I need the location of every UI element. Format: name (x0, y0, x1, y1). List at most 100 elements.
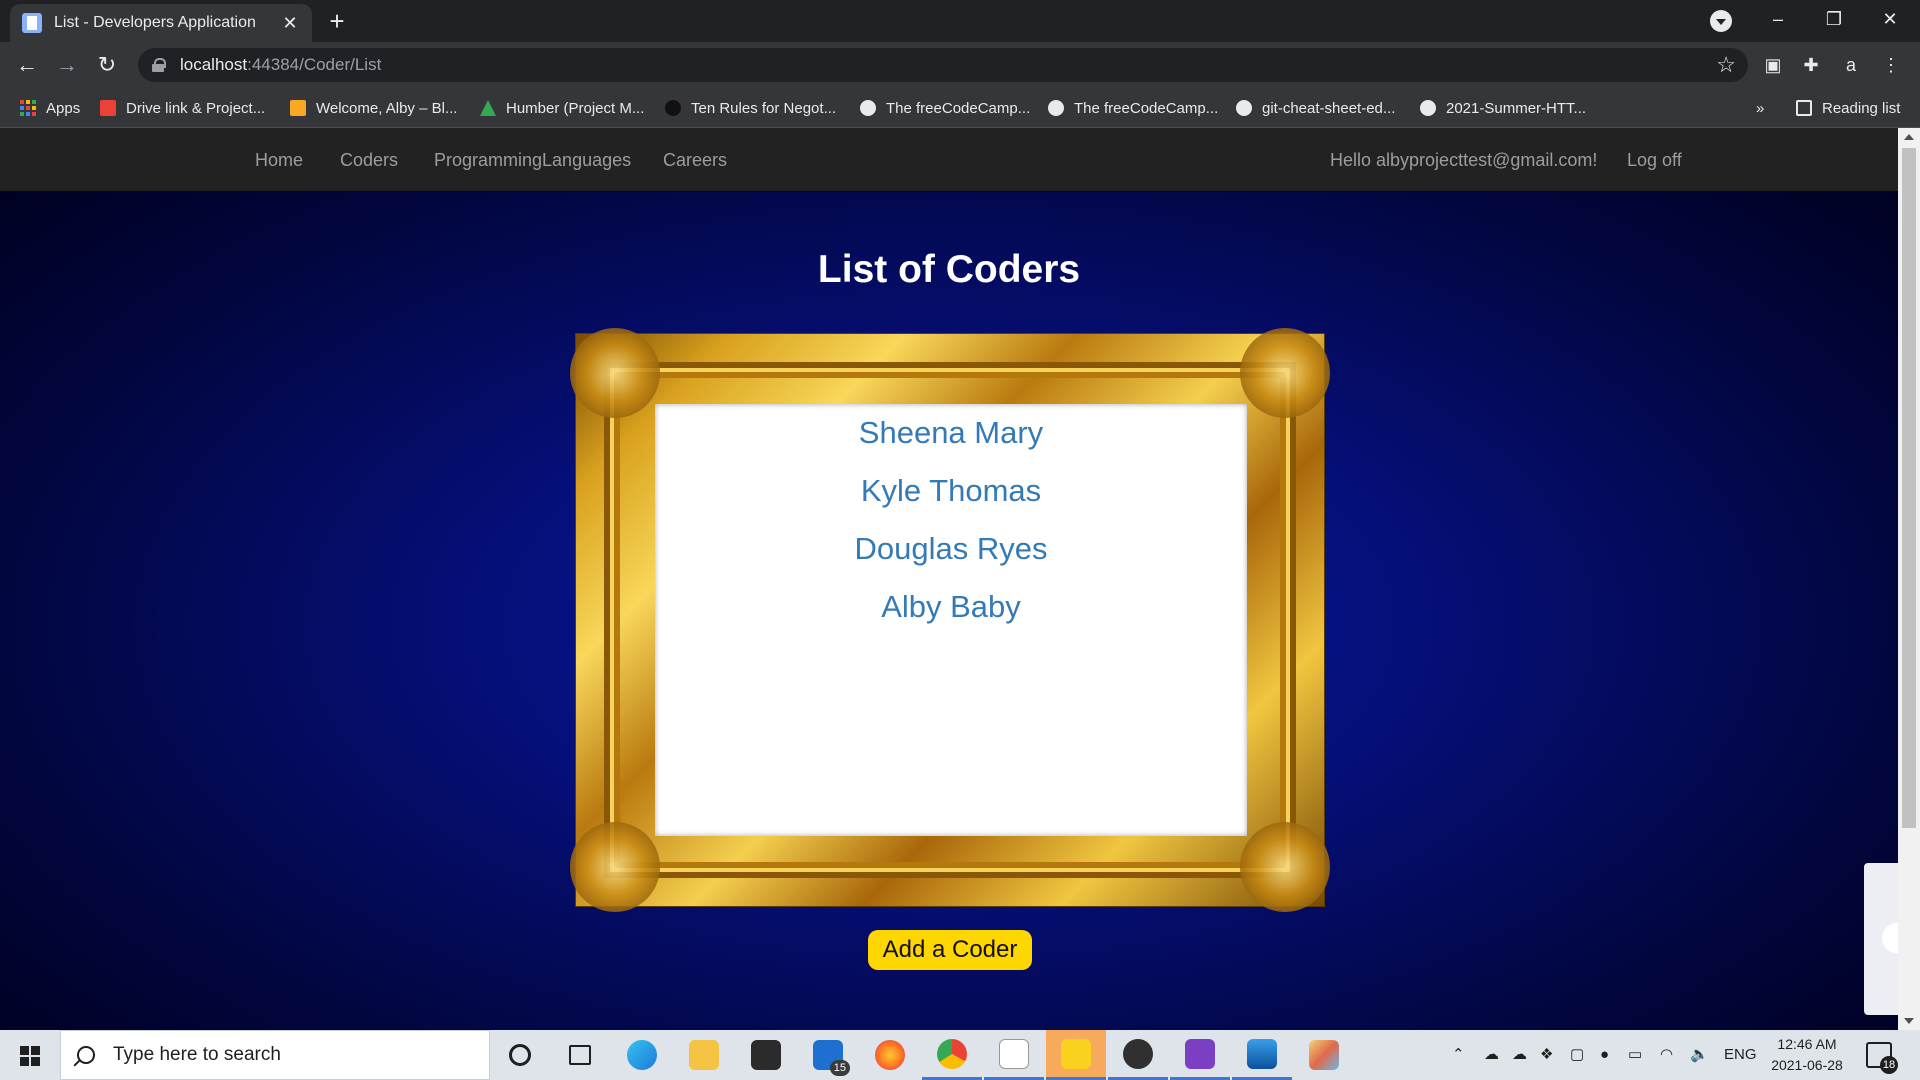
freecodecamp-icon (860, 100, 876, 116)
github-icon (1236, 100, 1252, 116)
site-navbar: Home Coders ProgrammingLanguages Careers… (0, 128, 1898, 192)
coder-link[interactable]: Alby Baby (655, 578, 1247, 636)
taskbar-clock[interactable]: 12:46 AM 2021-06-28 (1762, 1034, 1852, 1076)
coder-list-panel: Sheena Mary Kyle Thomas Douglas Ryes Alb… (655, 404, 1247, 836)
file-explorer-icon[interactable] (674, 1030, 734, 1080)
new-tab-button[interactable]: + (322, 8, 352, 36)
task-view-icon[interactable] (550, 1030, 610, 1080)
profile-avatar[interactable]: a (1838, 52, 1864, 78)
frame-ornament (1240, 822, 1330, 912)
weather-icon[interactable]: ☁ (1484, 1030, 1499, 1080)
user-greeting-link[interactable]: Hello albyprojecttest@gmail.com! (1330, 128, 1597, 192)
frame-ornament (570, 328, 660, 418)
battery-icon[interactable]: ▭ (1628, 1030, 1642, 1080)
obs-icon[interactable] (1108, 1030, 1168, 1080)
page-favicon-icon (22, 13, 42, 33)
menu-kebab-icon[interactable]: ⋮ (1878, 52, 1904, 78)
volume-icon[interactable]: 🔈 (1690, 1030, 1709, 1080)
minimize-icon[interactable]: – (1750, 0, 1806, 38)
reading-list-button[interactable]: Reading list (1796, 88, 1900, 128)
extensions-puzzle-icon[interactable]: ✚ (1798, 52, 1824, 78)
notification-count: 18 (1880, 1056, 1898, 1074)
bookmark-label: Apps (46, 99, 81, 117)
coder-link[interactable]: Sheena Mary (655, 404, 1247, 462)
cortana-icon[interactable] (490, 1030, 550, 1080)
freecodecamp-icon (1048, 100, 1064, 116)
nav-link-programming-languages[interactable]: ProgrammingLanguages (434, 128, 631, 192)
frame-ornament (570, 822, 660, 912)
logoff-link[interactable]: Log off (1627, 128, 1682, 192)
lock-icon[interactable] (152, 58, 166, 72)
add-coder-button[interactable]: Add a Coder (868, 930, 1032, 970)
sticky-notes-icon[interactable] (1046, 1030, 1106, 1080)
bookmark-item[interactable]: The freeCodeCamp... (860, 88, 1030, 128)
meet-icon[interactable]: ▢ (1570, 1030, 1584, 1080)
bookmark-item[interactable]: Welcome, Alby – Bl... (290, 88, 457, 128)
wifi-icon[interactable]: ◠ (1660, 1030, 1673, 1080)
bookmark-label: The freeCodeCamp... (886, 99, 1031, 117)
scrollbar-thumb[interactable] (1902, 148, 1916, 828)
clock-time: 12:46 AM (1777, 1036, 1837, 1052)
forward-icon[interactable]: → (52, 50, 82, 80)
bookmark-label: Humber (Project M... (506, 99, 645, 117)
bookmark-item[interactable]: 2021-Summer-HTT... (1420, 88, 1586, 128)
browser-tab[interactable]: List - Developers Application ✕ (10, 4, 312, 42)
google-drive-icon (480, 100, 496, 116)
scroll-down-icon[interactable] (1904, 1018, 1914, 1024)
a-icon (665, 100, 681, 116)
bookmark-item[interactable]: The freeCodeCamp... (1048, 88, 1218, 128)
side-widget-tab[interactable] (1864, 863, 1912, 1015)
bookmarks-overflow-icon[interactable]: » (1756, 88, 1764, 128)
nav-link-coders[interactable]: Coders (340, 128, 398, 192)
store-icon[interactable] (736, 1030, 796, 1080)
mail-badge: 15 (829, 1060, 850, 1076)
dropbox-icon[interactable]: ❖ (1540, 1030, 1553, 1080)
amazon-icon[interactable] (984, 1030, 1044, 1080)
tab-title: List - Developers Application (54, 14, 256, 31)
language-indicator[interactable]: ENG (1724, 1030, 1757, 1080)
page-content: Home Coders ProgrammingLanguages Careers… (0, 128, 1898, 1030)
restore-icon[interactable]: ❐ (1806, 0, 1862, 38)
onedrive-icon[interactable]: ☁ (1512, 1030, 1527, 1080)
notification-center-icon[interactable]: 18 (1866, 1042, 1898, 1074)
github-icon (1420, 100, 1436, 116)
mail-icon[interactable]: 15 (798, 1030, 858, 1080)
taskbar-search-box[interactable]: Type here to search (60, 1030, 490, 1080)
nav-link-home[interactable]: Home (255, 128, 303, 192)
coder-link[interactable]: Douglas Ryes (655, 520, 1247, 578)
bookmark-star-icon[interactable]: ☆ (1716, 52, 1736, 78)
edge-icon[interactable] (612, 1030, 672, 1080)
address-bar[interactable]: localhost:44384/Coder/List ☆ (138, 48, 1748, 82)
extension-icon[interactable]: ▣ (1760, 52, 1786, 78)
scroll-up-icon[interactable] (1904, 134, 1914, 140)
start-button[interactable] (0, 1030, 60, 1080)
tab-search-icon[interactable] (1710, 10, 1732, 32)
browser-tab-strip: List - Developers Application ✕ + – ❐ ✕ (0, 0, 1920, 42)
bookmark-item[interactable]: git-cheat-sheet-ed... (1236, 88, 1395, 128)
url-host: localhost (180, 55, 248, 74)
bookmark-label: Welcome, Alby – Bl... (316, 99, 458, 117)
bookmark-item[interactable]: Ten Rules for Negot... (665, 88, 836, 128)
back-icon[interactable]: ← (12, 50, 42, 80)
visual-studio-icon[interactable] (1170, 1030, 1230, 1080)
page-scrollbar[interactable] (1898, 128, 1920, 1030)
bookmark-label: 2021-Summer-HTT... (1446, 99, 1587, 117)
pencil-icon (290, 100, 306, 116)
bookmark-label: Drive link & Project... (126, 99, 266, 117)
chrome-icon[interactable] (922, 1030, 982, 1080)
show-hidden-icons[interactable]: ⌃ (1452, 1030, 1465, 1080)
bookmark-item[interactable]: Humber (Project M... (480, 88, 644, 128)
close-window-icon[interactable]: ✕ (1862, 0, 1918, 38)
reload-icon[interactable]: ↻ (92, 50, 122, 80)
microphone-icon[interactable]: ● (1600, 1030, 1609, 1080)
windows-taskbar: Type here to search 15 ⌃ ☁ ☁ ❖ ▢ ● ▭ ◠ 🔈… (0, 1030, 1920, 1080)
nav-link-careers[interactable]: Careers (663, 128, 727, 192)
bookmark-apps[interactable]: Apps (20, 88, 80, 128)
firefox-icon[interactable] (860, 1030, 920, 1080)
close-tab-icon[interactable]: ✕ (280, 13, 300, 34)
coder-link[interactable]: Kyle Thomas (655, 462, 1247, 520)
photos-icon[interactable] (1232, 1030, 1292, 1080)
paint-icon[interactable] (1294, 1030, 1354, 1080)
windows-logo-icon (20, 1046, 40, 1066)
bookmark-item[interactable]: Drive link & Project... (100, 88, 265, 128)
